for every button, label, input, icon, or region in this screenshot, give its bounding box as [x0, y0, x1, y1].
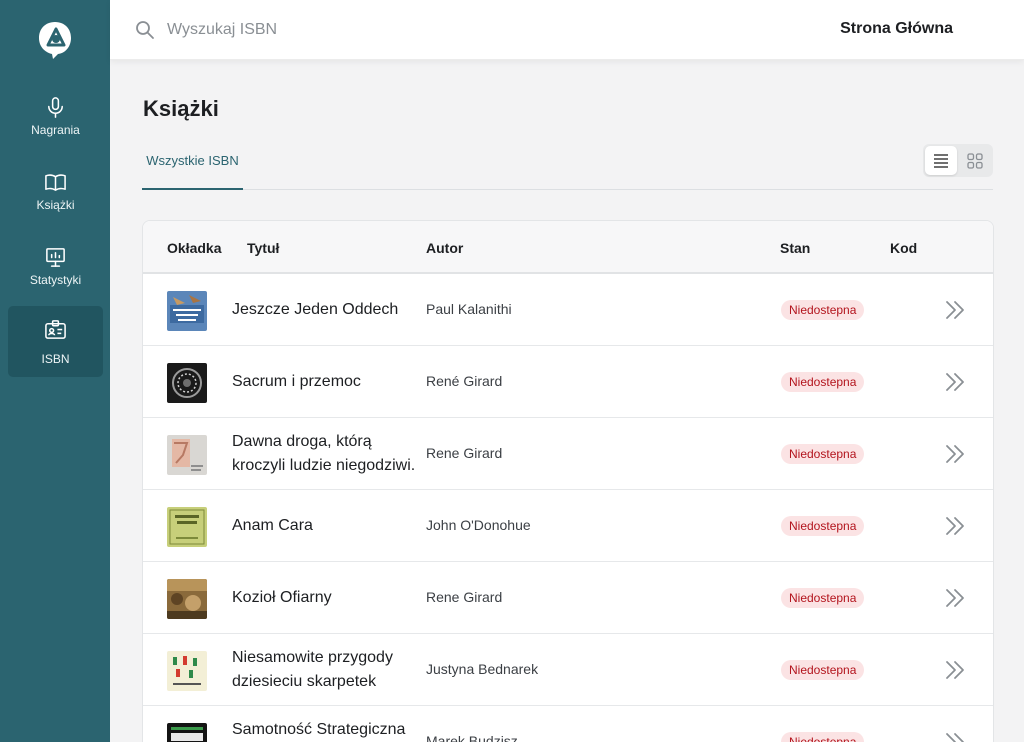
- id-card-icon: [45, 320, 66, 339]
- book-cover-image: [167, 723, 207, 742]
- book-cover-image: [167, 291, 207, 331]
- sidebar-item-isbn[interactable]: ISBN: [8, 306, 103, 377]
- sidebar: Nagrania Książki Statystyki ISBN: [0, 0, 110, 742]
- book-cover-image: [167, 435, 207, 475]
- app-logo-icon[interactable]: [37, 20, 73, 60]
- search-input[interactable]: [167, 17, 567, 43]
- book-author: Marek Budzisz: [426, 733, 518, 742]
- sidebar-item-label: Statystyki: [29, 273, 82, 287]
- table-row[interactable]: Jeszcze Jeden Oddech Paul Kalanithi Nied…: [143, 274, 993, 346]
- microphone-icon: [48, 97, 63, 118]
- table-row[interactable]: Dawna droga, którą kroczyli ludzie niego…: [143, 418, 993, 490]
- chevrons-right-icon[interactable]: [944, 659, 966, 681]
- search-icon: [136, 21, 154, 39]
- book-author: René Girard: [426, 373, 503, 389]
- grid-icon: [967, 153, 983, 169]
- column-header-title: Tytuł: [247, 240, 280, 256]
- column-header-status: Stan: [780, 240, 811, 256]
- home-link[interactable]: Strona Główna: [840, 20, 953, 38]
- top-header: Strona Główna: [110, 0, 1024, 60]
- status-badge: Niedostepna: [781, 444, 865, 464]
- book-cover-image: [167, 579, 207, 619]
- list-view-button[interactable]: [925, 146, 957, 175]
- sidebar-item-label: Nagrania: [31, 123, 80, 137]
- book-title: Niesamowite przygody dziesieciu skarpete…: [232, 649, 393, 690]
- sidebar-item-ksiazki[interactable]: Książki: [8, 161, 103, 232]
- page-title: Książki: [143, 96, 219, 121]
- book-title: Samotność Strategiczna: [232, 721, 406, 738]
- status-badge: Niedostepna: [781, 732, 865, 742]
- table-header: Okładka Tytuł Autor Stan Kod: [143, 221, 993, 274]
- book-author: Rene Girard: [426, 589, 503, 605]
- presentation-chart-icon: [46, 248, 65, 267]
- status-badge: Niedostepna: [781, 588, 865, 608]
- book-author: John O'Donohue: [426, 517, 531, 533]
- tab-all-isbn[interactable]: Wszystkie ISBN: [142, 150, 243, 190]
- book-cover-image: [167, 507, 207, 547]
- list-icon: [934, 154, 948, 168]
- table-row[interactable]: Samotność Strategiczna Marek Budzisz Nie…: [143, 706, 993, 742]
- chevrons-right-icon[interactable]: [944, 371, 966, 393]
- status-badge: Niedostepna: [781, 660, 865, 680]
- book-title: Sacrum i przemoc: [232, 373, 361, 390]
- column-header-author: Autor: [426, 240, 464, 256]
- view-mode-toggle: [923, 144, 993, 177]
- book-title: Dawna droga, którą kroczyli ludzie niego…: [232, 433, 416, 474]
- tabs-divider: [142, 189, 993, 190]
- book-author: Justyna Bednarek: [426, 661, 539, 677]
- status-badge: Niedostepna: [781, 516, 865, 536]
- column-header-code: Kod: [890, 240, 918, 256]
- chevrons-right-icon[interactable]: [944, 515, 966, 537]
- table-row[interactable]: Sacrum i przemoc René Girard Niedostepna: [143, 346, 993, 418]
- grid-view-button[interactable]: [959, 146, 991, 175]
- book-cover-image: [167, 651, 207, 691]
- status-badge: Niedostepna: [781, 300, 865, 320]
- book-title: Kozioł Ofiarny: [232, 589, 332, 606]
- chevrons-right-icon[interactable]: [944, 731, 966, 742]
- chevrons-right-icon[interactable]: [944, 443, 966, 465]
- column-header-cover: Okładka: [167, 240, 222, 256]
- table-row[interactable]: Anam Cara John O'Donohue Niedostepna: [143, 490, 993, 562]
- book-author: Paul Kalanithi: [426, 301, 512, 317]
- chevrons-right-icon[interactable]: [944, 587, 966, 609]
- chevrons-right-icon[interactable]: [944, 299, 966, 321]
- sidebar-item-statystyki[interactable]: Statystyki: [8, 236, 103, 307]
- isbn-table: Okładka Tytuł Autor Stan Kod Jeszcze Jed…: [142, 220, 994, 742]
- table-row[interactable]: Kozioł Ofiarny Rene Girard Niedostepna: [143, 562, 993, 634]
- sidebar-item-label: Książki: [36, 198, 75, 212]
- book-author: Rene Girard: [426, 445, 503, 461]
- sidebar-item-nagrania[interactable]: Nagrania: [8, 86, 103, 157]
- book-title: Anam Cara: [232, 517, 313, 534]
- sidebar-item-label: ISBN: [41, 352, 70, 366]
- table-row[interactable]: Niesamowite przygody dziesieciu skarpete…: [143, 634, 993, 706]
- book-cover-image: [167, 363, 207, 403]
- status-badge: Niedostepna: [781, 372, 865, 392]
- book-open-icon: [45, 174, 66, 191]
- book-title: Jeszcze Jeden Oddech: [232, 301, 399, 318]
